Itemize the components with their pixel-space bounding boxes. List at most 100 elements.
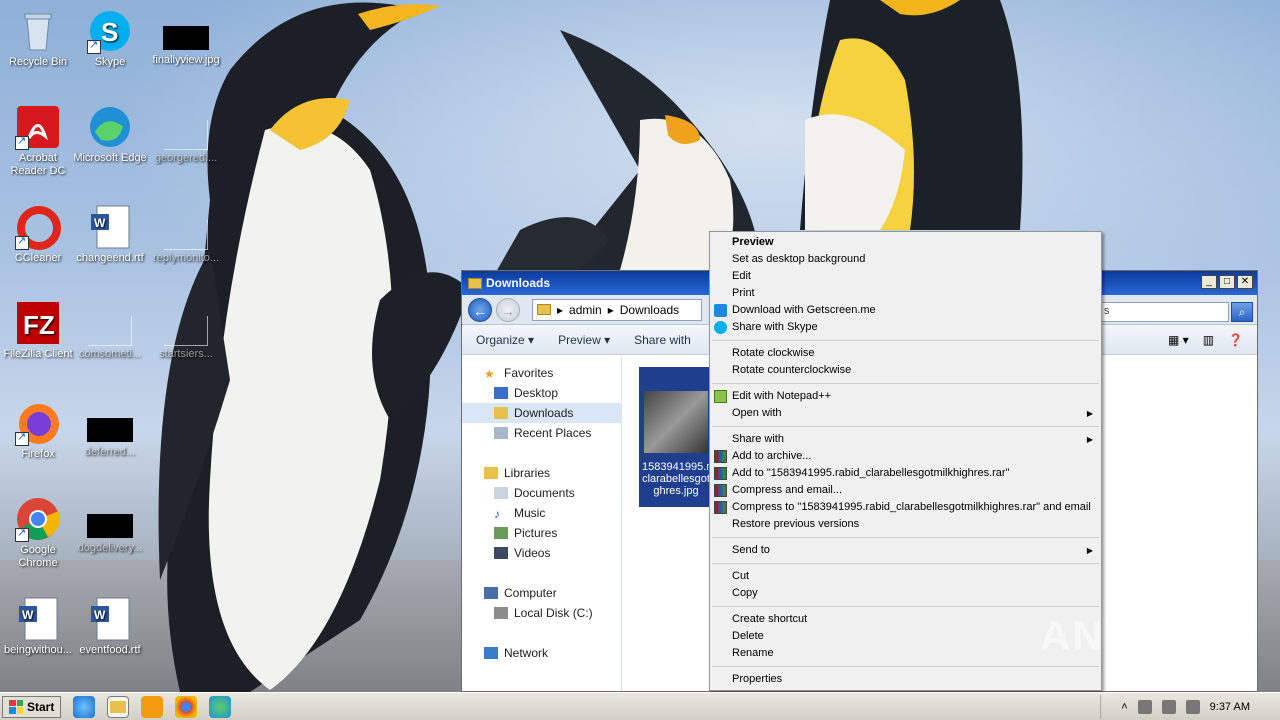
menu-item-properties[interactable]: Properties bbox=[710, 671, 1101, 688]
menu-item-set-desktop-background[interactable]: Set as desktop background bbox=[710, 251, 1101, 268]
menu-item-edit-notepad[interactable]: Edit with Notepad++ bbox=[710, 388, 1101, 405]
winrar-icon bbox=[714, 450, 727, 463]
desktop-icon-recycle-bin[interactable]: Recycle Bin bbox=[0, 8, 76, 69]
search-icon[interactable]: ⌕ bbox=[1231, 302, 1253, 322]
menu-item-print[interactable]: Print bbox=[710, 285, 1101, 302]
menu-label: Compress to "1583941995.rabid_clarabelle… bbox=[732, 501, 1091, 513]
menu-item-compress-rar-email[interactable]: Compress to "1583941995.rabid_clarabelle… bbox=[710, 499, 1101, 516]
acrobat-icon bbox=[15, 104, 61, 150]
svg-text:W: W bbox=[94, 608, 106, 622]
edge-taskbar-icon[interactable] bbox=[209, 695, 232, 718]
menu-item-preview[interactable]: Preview bbox=[710, 234, 1101, 251]
desktop-icon-deferred[interactable]: deferred... bbox=[72, 400, 148, 459]
desktop-icon-acrobat[interactable]: Acrobat Reader DC bbox=[0, 104, 76, 178]
shortcut-arrow-icon bbox=[15, 234, 29, 250]
maximize-button[interactable]: □ bbox=[1219, 275, 1235, 289]
chrome-taskbar-icon[interactable] bbox=[175, 695, 198, 718]
views-icon[interactable]: ▦ ▾ bbox=[1168, 333, 1189, 347]
desktop-icon-dogdelivery[interactable]: dogdelivery... bbox=[72, 496, 148, 555]
desktop-icon-label: CCleaner bbox=[14, 252, 62, 264]
share-with-button[interactable]: Share with bbox=[634, 333, 691, 347]
desktop-icon-chrome[interactable]: Google Chrome bbox=[0, 496, 76, 570]
nav-local-disk[interactable]: Local Disk (C:) bbox=[462, 603, 621, 623]
nav-music[interactable]: ♪ Music bbox=[462, 503, 621, 523]
menu-item-send-to[interactable]: Send to ▶ bbox=[710, 542, 1101, 559]
nav-libraries[interactable]: Libraries bbox=[462, 463, 621, 483]
desktop-icon-label: Google Chrome bbox=[18, 544, 58, 569]
action-center-flag-icon[interactable] bbox=[1185, 700, 1200, 714]
nav-desktop[interactable]: Desktop bbox=[462, 383, 621, 403]
desktop-icon-georgered[interactable]: georgered.... bbox=[148, 104, 224, 165]
close-button[interactable]: ✕ bbox=[1237, 275, 1253, 289]
menu-item-getscreen[interactable]: Download with Getscreen.me bbox=[710, 302, 1101, 319]
desktop-icon-eventfood[interactable]: W eventfood.rtf bbox=[72, 596, 148, 657]
desktop-icon-firefox[interactable]: Firefox bbox=[0, 400, 76, 461]
address-bar[interactable]: ▸ admin ▸ Downloads bbox=[532, 298, 702, 321]
menu-item-add-to-archive[interactable]: Add to archive... bbox=[710, 448, 1101, 465]
help-icon[interactable]: ❓ bbox=[1228, 333, 1243, 347]
menu-item-rotate-clockwise[interactable]: Rotate clockwise bbox=[710, 345, 1101, 362]
menu-item-add-to-rar[interactable]: Add to "1583941995.rabid_clarabellesgotm… bbox=[710, 465, 1101, 482]
explorer-taskbar-icon[interactable] bbox=[107, 695, 130, 718]
start-button[interactable]: Start bbox=[2, 695, 62, 718]
menu-item-rotate-counterclockwise[interactable]: Rotate counterclockwise bbox=[710, 362, 1101, 379]
menu-label: Add to "1583941995.rabid_clarabellesgotm… bbox=[732, 467, 1010, 479]
svg-text:S: S bbox=[101, 17, 118, 47]
desktop-icon-edge[interactable]: Microsoft Edge bbox=[72, 104, 148, 165]
desktop-icon-filezilla[interactable]: FZ FileZilla Client bbox=[0, 300, 76, 361]
nav-favorites[interactable]: ★ Favorites bbox=[462, 363, 621, 383]
minimize-button[interactable]: _ bbox=[1201, 275, 1217, 289]
menu-item-share-skype[interactable]: Share with Skype bbox=[710, 319, 1101, 336]
submenu-arrow-icon: ▶ bbox=[1086, 546, 1093, 555]
nav-videos[interactable]: Videos bbox=[462, 543, 621, 563]
breadcrumb-admin[interactable]: admin bbox=[569, 303, 602, 317]
nav-documents[interactable]: Documents bbox=[462, 483, 621, 503]
nav-pictures[interactable]: Pictures bbox=[462, 523, 621, 543]
network-tray-icon[interactable] bbox=[1161, 700, 1176, 714]
desktop-icon-startsiers[interactable]: startsiers... bbox=[148, 300, 224, 361]
menu-item-open-with[interactable]: Open with ▶ bbox=[710, 405, 1101, 422]
menu-item-restore-versions[interactable]: Restore previous versions bbox=[710, 516, 1101, 533]
selected-file-item[interactable]: 1583941995.r clarabellesgot ghres.jpg bbox=[639, 367, 713, 507]
nav-label: Pictures bbox=[514, 526, 558, 540]
image-thumbnail bbox=[644, 391, 708, 453]
media-player-icon[interactable] bbox=[141, 695, 164, 718]
desktop-icon-replymonito[interactable]: replymonito... bbox=[148, 204, 224, 265]
preview-button[interactable]: Preview ▾ bbox=[558, 333, 610, 347]
desktop-icon-beingwithout[interactable]: W beingwithou... bbox=[0, 596, 76, 657]
forward-button[interactable]: → bbox=[496, 297, 520, 322]
word-document-icon: W bbox=[87, 596, 133, 642]
desktop-icon-skype[interactable]: S Skype bbox=[72, 8, 148, 69]
nav-label: Favorites bbox=[504, 366, 554, 380]
desktop-icon-ccleaner[interactable]: CCleaner bbox=[0, 204, 76, 265]
nav-recent-places[interactable]: Recent Places bbox=[462, 423, 621, 443]
tray-expand-icon[interactable]: ˄ bbox=[1121, 701, 1127, 713]
desktop-icon bbox=[494, 387, 508, 399]
desktop-icon-finallyview[interactable]: finallyview.jpg bbox=[148, 8, 224, 67]
preview-pane-icon[interactable]: ▥ bbox=[1203, 333, 1214, 347]
menu-item-copy[interactable]: Copy bbox=[710, 585, 1101, 602]
winrar-icon bbox=[714, 501, 727, 514]
svg-text:W: W bbox=[22, 608, 34, 622]
search-input[interactable]: s bbox=[1099, 302, 1229, 322]
breadcrumb-downloads[interactable]: Downloads bbox=[620, 303, 679, 317]
desktop-icon-changeend[interactable]: W changeend.rtf bbox=[72, 204, 148, 265]
back-button[interactable]: ← bbox=[468, 297, 492, 322]
organize-button[interactable]: Organize ▾ bbox=[476, 333, 534, 347]
clock[interactable]: 9:37 AM bbox=[1210, 701, 1250, 713]
volume-icon[interactable] bbox=[1137, 700, 1152, 714]
menu-item-share-with[interactable]: Share with ▶ bbox=[710, 431, 1101, 448]
skype-icon: S bbox=[87, 8, 133, 54]
internet-explorer-icon[interactable] bbox=[73, 695, 96, 718]
nav-computer[interactable]: Computer bbox=[462, 583, 621, 603]
menu-separator bbox=[712, 340, 1099, 341]
notepad-plus-plus-icon bbox=[714, 390, 727, 403]
menu-item-cut[interactable]: Cut bbox=[710, 568, 1101, 585]
nav-downloads[interactable]: Downloads bbox=[462, 403, 621, 423]
desktop-icon-comsometi[interactable]: comsometi... bbox=[72, 300, 148, 361]
menu-separator bbox=[712, 537, 1099, 538]
menu-item-compress-email[interactable]: Compress and email... bbox=[710, 482, 1101, 499]
menu-item-edit[interactable]: Edit bbox=[710, 268, 1101, 285]
nav-network[interactable]: Network bbox=[462, 643, 621, 663]
windows-logo-icon bbox=[9, 699, 23, 714]
